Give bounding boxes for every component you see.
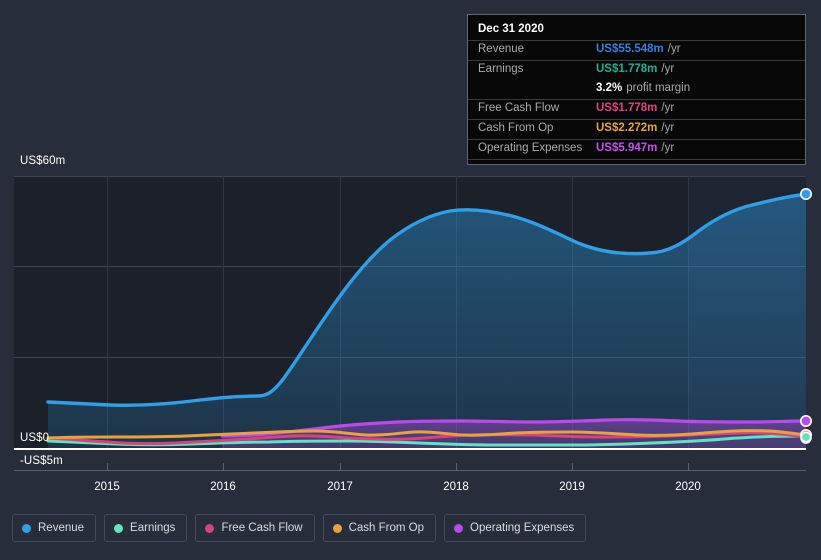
cash-from-op-color-dot-icon (332, 523, 342, 533)
tooltip-unit-cash-from-op: /yr (661, 122, 675, 134)
x-axis-tick-2018: 2018 (443, 481, 469, 493)
tooltip-unit-operating-expenses: /yr (661, 142, 675, 154)
y-axis-label-top: US$60m (20, 155, 66, 167)
revenue-end-marker[interactable] (799, 188, 812, 201)
x-axis-ticks (107, 463, 689, 470)
x-axis-tick-2019: 2019 (559, 481, 585, 493)
tooltip-date: Dec 31 2020 (478, 23, 544, 35)
tooltip-label-cash-from-op: Cash From Op (478, 122, 554, 134)
tooltip-unit-revenue: /yr (667, 43, 681, 55)
tooltip-row-profit-margin: 3.2% profit margin (468, 80, 805, 99)
tooltip-row-revenue: Revenue US$55.548m /yr (468, 40, 805, 60)
operating-expenses-end-marker[interactable] (799, 414, 812, 427)
y-axis-label-zero: US$0 (20, 432, 50, 444)
x-axis-tick-2016: 2016 (210, 481, 236, 493)
financial-performance-chart: US$60m US$0 -US$5m 2015 2016 2017 2018 2… (0, 0, 821, 560)
tooltip-row-operating-expenses: Operating Expenses US$5.947m /yr (468, 139, 805, 159)
tooltip-row-free-cash-flow: Free Cash Flow US$1.778m /yr (468, 99, 805, 119)
tooltip-unit-earnings: /yr (661, 63, 675, 75)
legend-item-operating-expenses[interactable]: Operating Expenses (444, 514, 587, 542)
tooltip-bottom-rule (468, 159, 805, 160)
x-axis-tick-2020: 2020 (675, 481, 701, 493)
tooltip-value-revenue: US$55.548m (596, 43, 664, 55)
tooltip-unit-profit-margin: profit margin (626, 82, 691, 94)
tooltip-value-profit-margin: 3.2% (596, 82, 623, 94)
y-axis-label-negative: -US$5m (20, 455, 63, 467)
legend-item-free-cash-flow[interactable]: Free Cash Flow (195, 514, 315, 542)
tooltip-label-revenue: Revenue (478, 43, 525, 55)
x-axis-tick-2017: 2017 (327, 481, 353, 493)
tooltip-value-cash-from-op: US$2.272m (596, 122, 658, 134)
earnings-end-marker[interactable] (800, 431, 812, 443)
tooltip-unit-free-cash-flow: /yr (661, 102, 675, 114)
tooltip-value-earnings: US$1.778m (596, 63, 658, 75)
tooltip-value-free-cash-flow: US$1.778m (596, 102, 658, 114)
legend-item-cash-from-op[interactable]: Cash From Op (322, 514, 437, 542)
legend-label-operating-expenses: Operating Expenses (470, 522, 575, 534)
tooltip-value-operating-expenses: US$5.947m (596, 142, 658, 154)
chart-legend: Revenue Earnings Free Cash Flow Cash Fro… (12, 514, 587, 542)
revenue-color-dot-icon (22, 523, 31, 533)
tooltip-label-earnings: Earnings (478, 63, 524, 75)
earnings-color-dot-icon (114, 523, 124, 533)
tooltip-row-cash-from-op: Cash From Op US$2.272m /yr (468, 119, 805, 139)
operating-expenses-color-dot-icon (454, 523, 464, 533)
legend-label-revenue: Revenue (38, 522, 85, 534)
legend-item-revenue[interactable]: Revenue (12, 514, 97, 542)
legend-item-earnings[interactable]: Earnings (104, 514, 188, 542)
tooltip-row-earnings: Earnings US$1.778m /yr (468, 60, 805, 80)
tooltip-label-operating-expenses: Operating Expenses (478, 142, 583, 154)
free-cash-flow-color-dot-icon (205, 523, 215, 533)
legend-label-free-cash-flow: Free Cash Flow (221, 522, 303, 534)
legend-label-cash-from-op: Cash From Op (348, 522, 425, 534)
tooltip-label-free-cash-flow: Free Cash Flow (478, 102, 560, 114)
legend-label-earnings: Earnings (130, 522, 176, 534)
data-point-tooltip: Dec 31 2020 Revenue US$55.548m /yr Earni… (467, 14, 806, 165)
x-axis-tick-2015: 2015 (94, 481, 120, 493)
